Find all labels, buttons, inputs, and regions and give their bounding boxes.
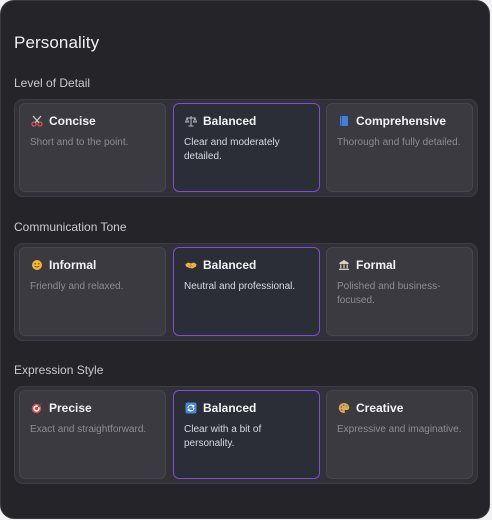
- option-name: Balanced: [203, 401, 257, 415]
- refresh-icon: [184, 402, 197, 415]
- option-description: Exact and straightforward.: [30, 424, 147, 435]
- option-description: Clear with a bit of personality.: [184, 424, 262, 449]
- option-name: Balanced: [203, 114, 257, 128]
- option-balanced-detail[interactable]: Balanced Clear and moderately detailed.: [173, 103, 320, 192]
- option-name: Balanced: [203, 258, 257, 272]
- personality-panel: Personality Level of Detail Concise Shor…: [0, 0, 490, 519]
- option-formal[interactable]: Formal Polished and business-focused.: [326, 247, 473, 336]
- option-name: Creative: [356, 401, 404, 415]
- option-name: Precise: [49, 401, 92, 415]
- option-balanced-tone[interactable]: Balanced Neutral and professional.: [173, 247, 320, 336]
- expression-option-group: Precise Exact and straightforward. Balan…: [14, 386, 478, 484]
- option-description: Thorough and fully detailed.: [337, 137, 461, 148]
- option-precise[interactable]: Precise Exact and straightforward.: [19, 390, 166, 479]
- option-comprehensive[interactable]: Comprehensive Thorough and fully detaile…: [326, 103, 473, 192]
- option-name: Informal: [49, 258, 97, 272]
- option-description: Neutral and professional.: [184, 281, 296, 292]
- option-description: Short and to the point.: [30, 137, 129, 148]
- option-name: Comprehensive: [356, 114, 447, 128]
- option-description: Expressive and imaginative.: [337, 424, 462, 435]
- smile-icon: [30, 259, 43, 272]
- section-label-expression: Expression Style: [14, 363, 104, 377]
- building-icon: [337, 259, 350, 272]
- option-balanced-expression[interactable]: Balanced Clear with a bit of personality…: [173, 390, 320, 479]
- scissors-icon: [30, 115, 43, 128]
- option-name: Concise: [49, 114, 96, 128]
- option-concise[interactable]: Concise Short and to the point.: [19, 103, 166, 192]
- scales-icon: [184, 115, 197, 128]
- option-creative[interactable]: Creative Expressive and imaginative.: [326, 390, 473, 479]
- handshake-icon: [184, 259, 197, 272]
- book-icon: [337, 115, 350, 128]
- panel-title: Personality: [14, 33, 100, 52]
- section-label-tone: Communication Tone: [14, 220, 127, 234]
- target-icon: [30, 402, 43, 415]
- option-informal[interactable]: Informal Friendly and relaxed.: [19, 247, 166, 336]
- palette-icon: [337, 402, 350, 415]
- option-description: Friendly and relaxed.: [30, 281, 124, 292]
- detail-option-group: Concise Short and to the point. Balanced…: [14, 99, 478, 197]
- tone-option-group: Informal Friendly and relaxed. Balanced …: [14, 243, 478, 341]
- option-name: Formal: [356, 258, 397, 272]
- option-description: Clear and moderately detailed.: [184, 137, 280, 162]
- section-label-detail: Level of Detail: [14, 76, 91, 90]
- option-description: Polished and business-focused.: [337, 281, 441, 306]
